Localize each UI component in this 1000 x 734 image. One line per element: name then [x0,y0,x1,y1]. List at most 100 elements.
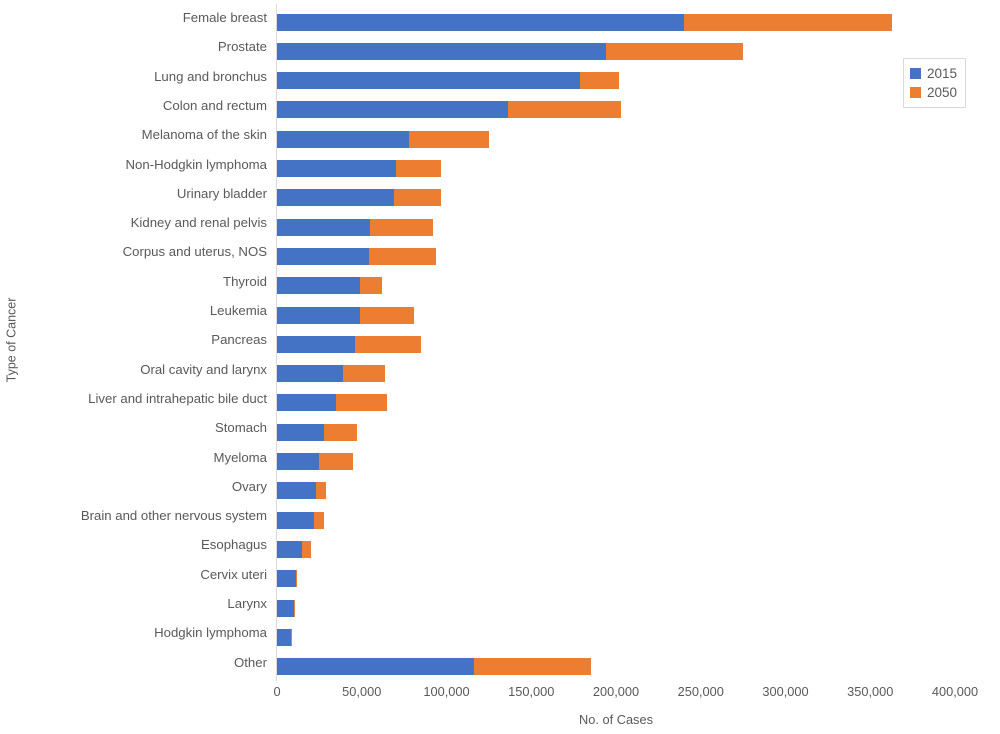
bar-segment-2015[interactable] [277,482,316,500]
category-label: Myeloma [213,449,268,465]
bar-row[interactable] [277,453,354,470]
x-tick-label: 300,000 [762,684,809,699]
bar-segment-2015[interactable] [277,394,337,412]
bar-segment-2015[interactable] [277,277,361,295]
bar-row[interactable] [277,189,442,207]
bar-row[interactable] [277,306,415,324]
bar-segment-2015[interactable] [277,453,320,470]
category-label: Esophagus [201,537,267,553]
bar-segment-2015[interactable] [277,423,325,441]
bar-segment-2050[interactable] [360,306,415,324]
bar-segment-2015[interactable] [277,511,315,529]
bar-row[interactable] [277,72,620,90]
bar-segment-2050[interactable] [324,423,357,441]
legend-item-2015[interactable]: 2015 [910,64,957,83]
category-label: Pancreas [211,332,267,348]
bar-segment-2050[interactable] [473,658,591,676]
category-label: Melanoma of the skin [141,127,267,143]
bar-segment-2015[interactable] [277,570,296,588]
bar-segment-2015[interactable] [277,306,361,324]
x-tick-label: 0 [273,684,281,699]
bar-segment-2050[interactable] [683,13,893,31]
category-label: Cervix uteri [200,566,267,582]
bar-segment-2015[interactable] [277,658,474,676]
category-label: Corpus and uterus, NOS [122,244,267,260]
plot-area [277,4,955,680]
category-label: Non-Hodgkin lymphoma [125,156,267,172]
bar-row[interactable] [277,13,893,31]
bar-segment-2050[interactable] [580,72,620,90]
bar-segment-2050[interactable] [319,453,354,470]
x-tick-label: 400,000 [931,684,979,699]
category-label: Colon and rectum [162,97,267,113]
bar-segment-2050[interactable] [314,511,325,529]
bar-row[interactable] [277,658,591,676]
category-label: Urinary bladder [176,185,267,201]
bar-row[interactable] [277,42,744,60]
category-label: Liver and intrahepatic bile duct [88,390,267,406]
bar-row[interactable] [277,160,442,177]
bar-segment-2050[interactable] [395,160,442,177]
bar-segment-2015[interactable] [277,365,344,383]
category-label: Stomach [214,420,267,436]
y-axis-title: Type of Cancer [0,0,22,680]
bar-row[interactable] [277,482,327,500]
bar-segment-2050[interactable] [302,540,311,558]
bar-segment-2015[interactable] [277,130,410,148]
legend-swatch-icon [910,68,921,79]
bar-segment-2015[interactable] [277,72,581,90]
bar-row[interactable] [277,277,383,295]
bar-segment-2050[interactable] [507,101,622,119]
bar-segment-2015[interactable] [277,218,371,236]
bar-row[interactable] [277,570,298,588]
bar-row[interactable] [277,101,622,119]
legend-swatch-icon [910,87,921,98]
bar-row[interactable] [277,423,357,441]
bar-segment-2015[interactable] [277,335,355,353]
bar-segment-2050[interactable] [409,130,489,148]
bar-segment-2050[interactable] [295,570,298,588]
bar-segment-2015[interactable] [277,101,508,119]
legend-item-2050[interactable]: 2050 [910,83,957,102]
category-label: Larynx [227,596,267,611]
stacked-bar-chart: Type of Cancer 0 50,000 100,000 150,000 200,… [0,0,1000,734]
category-label: Female breast [182,10,267,25]
bar-segment-2050[interactable] [360,277,383,295]
x-axis-title: No. of Cases [579,712,653,727]
bar-segment-2015[interactable] [277,189,394,207]
bar-row[interactable] [277,218,433,236]
bar-segment-2050[interactable] [336,394,388,412]
bar-segment-2050[interactable] [354,335,422,353]
bar-segment-2050[interactable] [368,247,437,265]
bar-segment-2050[interactable] [343,365,386,383]
bar-row[interactable] [277,365,386,383]
bar-segment-2015[interactable] [277,628,291,646]
legend-label: 2015 [927,65,958,81]
bar-row[interactable] [277,511,325,529]
bar-row[interactable] [277,394,388,412]
bar-segment-2050[interactable] [315,482,327,500]
category-label: Oral cavity and larynx [140,361,267,377]
category-label: Thyroid [223,273,267,289]
bar-row[interactable] [277,628,291,646]
bar-row[interactable] [277,599,295,617]
bar-segment-2050[interactable] [293,599,295,617]
bar-segment-2015[interactable] [277,540,303,558]
bar-row[interactable] [277,335,422,353]
bar-row[interactable] [277,540,311,558]
bar-segment-2015[interactable] [277,599,294,617]
bar-row[interactable] [277,130,489,148]
bar-segment-2050[interactable] [370,218,433,236]
bar-segment-2050[interactable] [605,42,744,60]
category-label: Hodgkin lymphoma [154,625,267,641]
x-tick-label: 100,000 [423,684,470,699]
bar-row[interactable] [277,247,437,265]
bar-segment-2015[interactable] [277,160,396,177]
x-tick-label: 50,000 [342,684,382,699]
bar-segment-2015[interactable] [277,13,684,31]
bar-segment-2015[interactable] [277,247,369,265]
y-axis-title-text: Type of Cancer [4,297,19,383]
bar-segment-2015[interactable] [277,42,606,60]
bar-segment-2050[interactable] [393,189,442,207]
x-tick-label: 250,000 [677,684,724,699]
